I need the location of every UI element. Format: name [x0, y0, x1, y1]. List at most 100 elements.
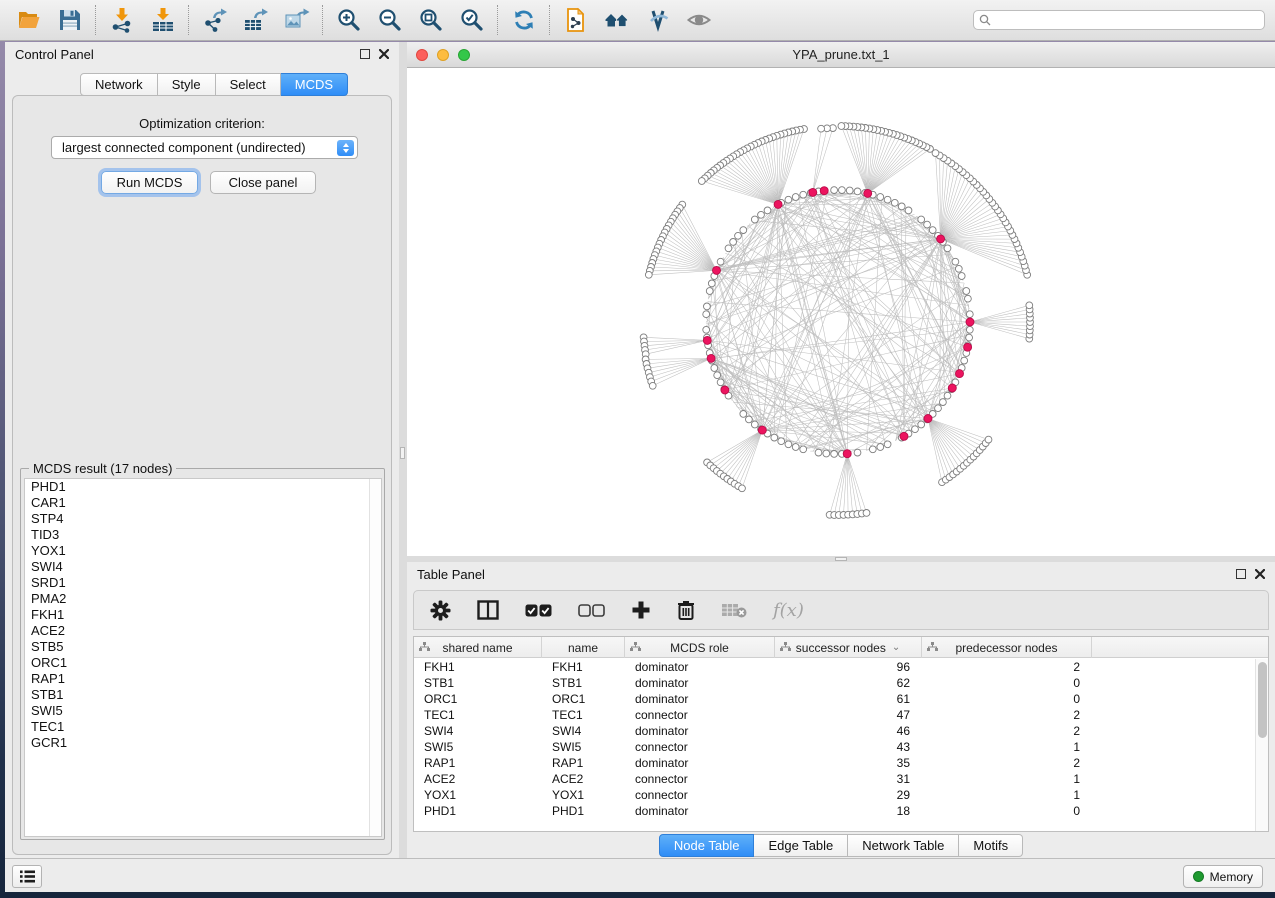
cell-successor_nodes[interactable]: 29	[775, 787, 922, 803]
export-table-icon[interactable]	[235, 3, 276, 37]
graph-node[interactable]	[944, 392, 951, 399]
export-image-icon[interactable]	[276, 3, 317, 37]
graph-node[interactable]	[863, 510, 870, 517]
tab-mcds[interactable]: MCDS	[281, 73, 348, 96]
column-header-predecessor-nodes[interactable]: predecessor nodes	[922, 637, 1092, 658]
tab-node-table[interactable]: Node Table	[659, 834, 755, 857]
delete-column-icon[interactable]	[677, 600, 695, 621]
column-header-successor-nodes[interactable]: successor nodes⌄	[775, 637, 922, 658]
cell-mcds_role[interactable]: connector	[625, 787, 775, 803]
graph-node[interactable]	[929, 227, 936, 234]
table-row[interactable]: SWI4SWI4dominator462	[414, 723, 1268, 739]
table-row[interactable]: ORC1ORC1dominator610	[414, 691, 1268, 707]
graph-node[interactable]	[703, 326, 710, 333]
show-log-console-button[interactable]	[12, 865, 42, 888]
graph-node[interactable]	[645, 271, 652, 278]
memory-button[interactable]: Memory	[1183, 865, 1263, 888]
export-network-icon[interactable]	[194, 3, 235, 37]
cell-mcds_role[interactable]: connector	[625, 707, 775, 723]
mcds-result-item[interactable]: PMA2	[25, 591, 381, 607]
cell-mcds_role[interactable]: dominator	[625, 723, 775, 739]
column-header-MCDS-role[interactable]: MCDS role	[625, 637, 775, 658]
cell-mcds_role[interactable]: connector	[625, 771, 775, 787]
splitter-grip[interactable]	[835, 557, 847, 561]
graph-node[interactable]	[961, 357, 968, 364]
show-columns-icon[interactable]	[477, 600, 499, 620]
cell-predecessor_nodes[interactable]: 2	[922, 659, 1092, 675]
float-panel-icon[interactable]	[360, 49, 370, 59]
graph-node[interactable]	[831, 451, 838, 458]
cell-predecessor_nodes[interactable]: 1	[922, 787, 1092, 803]
graph-mcds-hub-node[interactable]	[843, 450, 851, 458]
mcds-result-list[interactable]: PHD1CAR1STP4TID3YOX1SWI4SRD1PMA2FKH1ACE2…	[24, 478, 382, 837]
cell-predecessor_nodes[interactable]: 0	[922, 691, 1092, 707]
mcds-result-item[interactable]: YOX1	[25, 543, 381, 559]
cell-successor_nodes[interactable]: 46	[775, 723, 922, 739]
float-panel-icon[interactable]	[1236, 569, 1246, 579]
cell-successor_nodes[interactable]: 31	[775, 771, 922, 787]
graph-node[interactable]	[1026, 302, 1033, 309]
graph-node[interactable]	[877, 444, 884, 451]
import-network-icon[interactable]	[101, 3, 142, 37]
graph-node[interactable]	[792, 194, 799, 201]
graph-node[interactable]	[854, 449, 861, 456]
graph-node[interactable]	[891, 199, 898, 206]
select-all-checkboxes-icon[interactable]	[525, 604, 552, 617]
cell-successor_nodes[interactable]: 62	[775, 675, 922, 691]
mcds-result-item[interactable]: SWI4	[25, 559, 381, 575]
table-scrollbar[interactable]	[1255, 659, 1268, 831]
graph-mcds-hub-node[interactable]	[864, 189, 872, 197]
graph-node[interactable]	[935, 405, 942, 412]
graph-node[interactable]	[823, 450, 830, 457]
mcds-result-item[interactable]: ACE2	[25, 623, 381, 639]
table-row[interactable]: ACE2ACE2connector311	[414, 771, 1268, 787]
cell-mcds_role[interactable]: dominator	[625, 675, 775, 691]
vertical-splitter[interactable]	[399, 42, 407, 858]
close-panel-button[interactable]: Close panel	[210, 171, 316, 194]
graph-node[interactable]	[758, 211, 765, 218]
cell-shared_name[interactable]: SWI5	[414, 739, 542, 755]
graph-node[interactable]	[815, 449, 822, 456]
graph-mcds-hub-node[interactable]	[900, 432, 908, 440]
cell-shared_name[interactable]: STB1	[414, 675, 542, 691]
mcds-result-item[interactable]: CAR1	[25, 495, 381, 511]
mcds-result-item[interactable]: STP4	[25, 511, 381, 527]
table-settings-icon[interactable]	[430, 600, 451, 621]
graph-node[interactable]	[771, 434, 778, 441]
cell-successor_nodes[interactable]: 18	[775, 803, 922, 819]
zoom-selected-icon[interactable]	[451, 3, 492, 37]
graph-node[interactable]	[965, 295, 972, 302]
graph-node[interactable]	[785, 441, 792, 448]
graph-mcds-hub-node[interactable]	[703, 336, 711, 344]
network-window-titlebar[interactable]: YPA_prune.txt_1	[407, 42, 1275, 68]
graph-mcds-hub-node[interactable]	[956, 370, 964, 378]
mcds-result-item[interactable]: FKH1	[25, 607, 381, 623]
graph-node[interactable]	[706, 288, 713, 295]
table-row[interactable]: PHD1PHD1dominator180	[414, 803, 1268, 819]
mcds-result-item[interactable]: TID3	[25, 527, 381, 543]
visual-styles-icon[interactable]	[637, 3, 678, 37]
cell-shared_name[interactable]: ORC1	[414, 691, 542, 707]
search-box[interactable]	[973, 10, 1265, 30]
cell-name[interactable]: ORC1	[542, 691, 625, 707]
graph-node[interactable]	[703, 311, 710, 318]
graph-node[interactable]	[854, 188, 861, 195]
graph-node[interactable]	[838, 123, 845, 130]
open-file-icon[interactable]	[8, 3, 49, 37]
graph-node[interactable]	[785, 196, 792, 203]
close-panel-icon[interactable]	[1255, 569, 1265, 579]
graph-node[interactable]	[932, 150, 939, 157]
mcds-list-scrollbar[interactable]	[369, 479, 381, 836]
cell-successor_nodes[interactable]: 47	[775, 707, 922, 723]
graph-node[interactable]	[966, 334, 973, 341]
graph-node[interactable]	[740, 227, 747, 234]
graph-node[interactable]	[725, 245, 732, 252]
graph-node[interactable]	[735, 232, 742, 239]
graph-mcds-hub-node[interactable]	[713, 266, 721, 274]
cell-name[interactable]: SWI4	[542, 723, 625, 739]
graph-mcds-hub-node[interactable]	[820, 187, 828, 195]
graph-mcds-hub-node[interactable]	[774, 200, 782, 208]
cell-name[interactable]: ACE2	[542, 771, 625, 787]
graph-node[interactable]	[924, 221, 931, 228]
graph-node[interactable]	[952, 258, 959, 265]
